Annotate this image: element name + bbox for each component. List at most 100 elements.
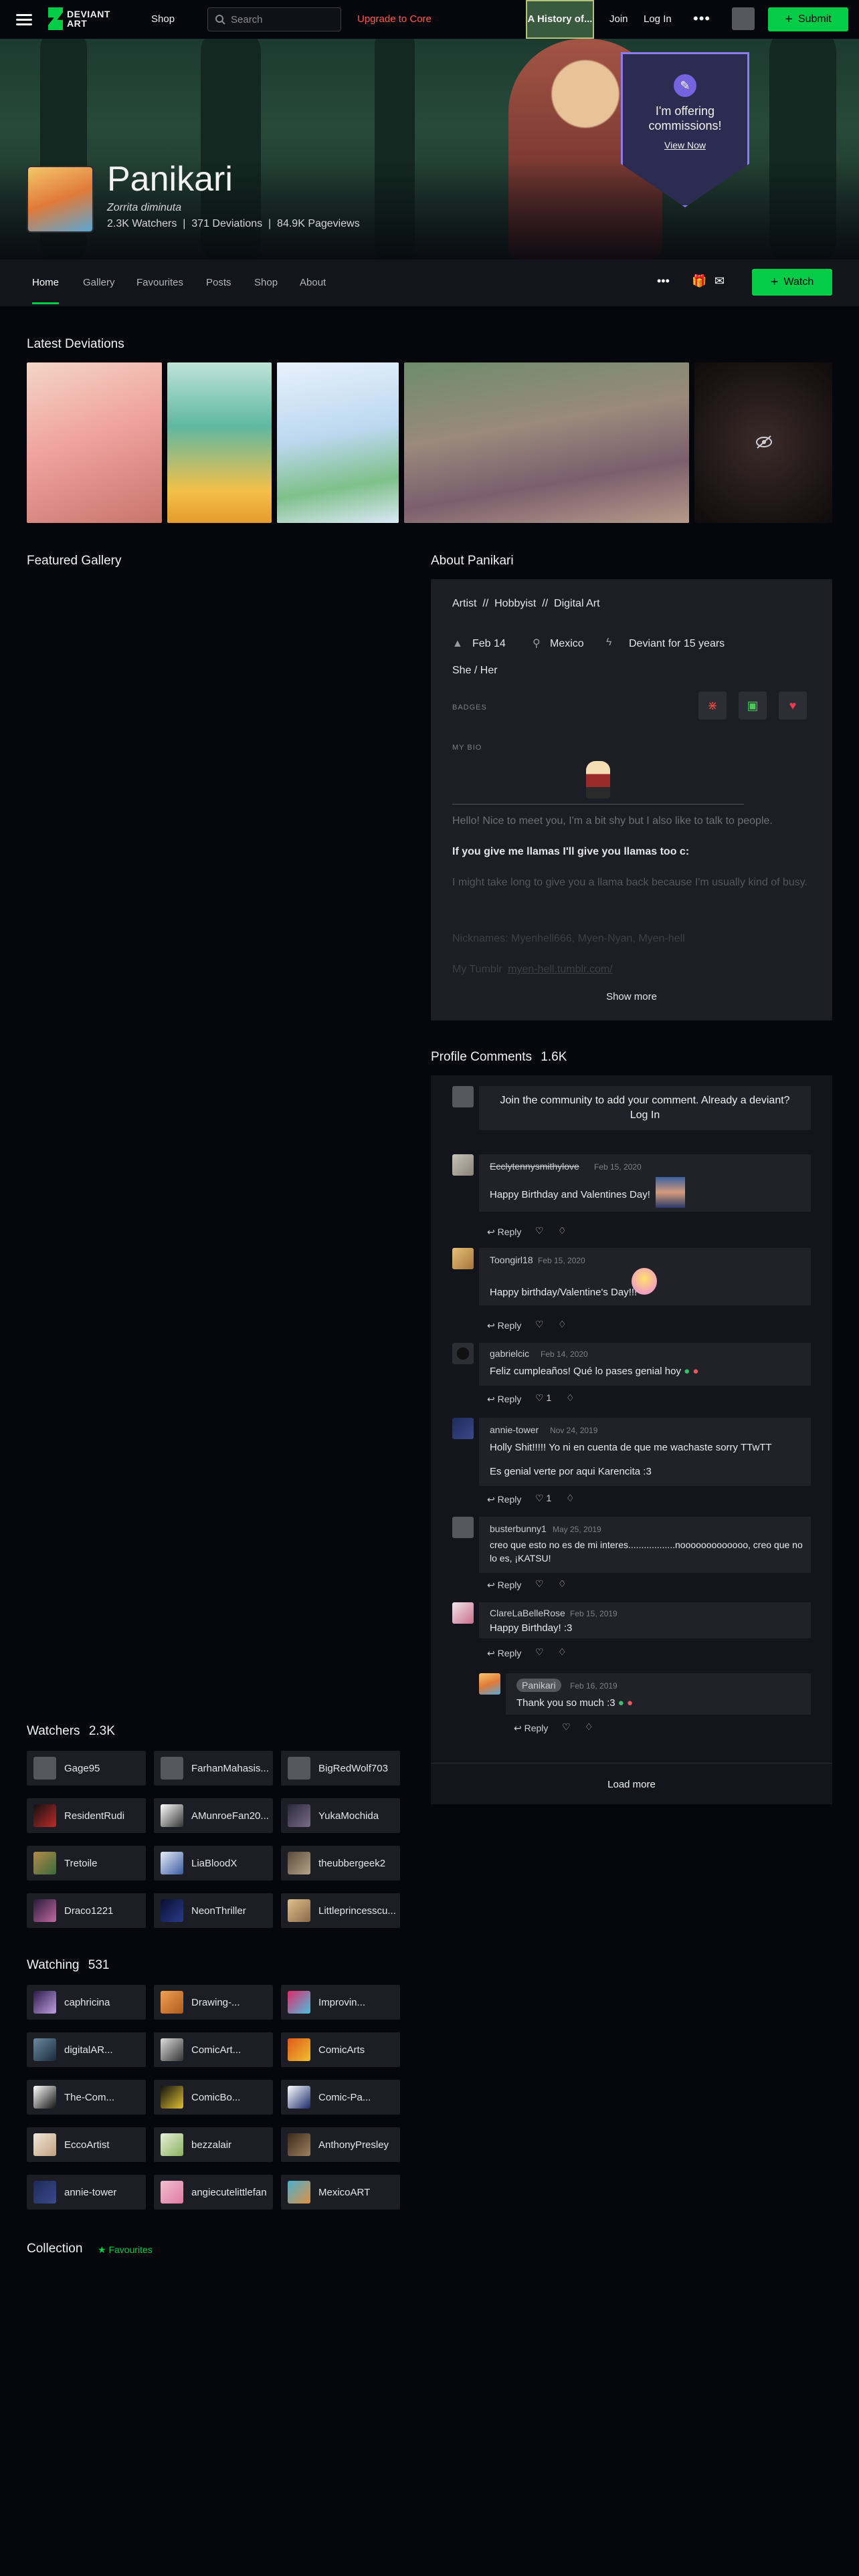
user-card[interactable]: FarhanMahasis... <box>154 1751 273 1786</box>
like-icon[interactable]: ♡ <box>562 1721 571 1733</box>
profile-avatar[interactable] <box>27 166 94 233</box>
user-card[interactable]: ComicArt... <box>154 2032 273 2067</box>
deviation-thumbnail[interactable] <box>167 362 272 523</box>
comment-date[interactable]: Nov 24, 2019 <box>550 1426 597 1435</box>
deviation-thumbnail[interactable] <box>277 362 399 523</box>
commenter-avatar[interactable] <box>452 1517 474 1538</box>
reply-button[interactable]: ↩ Reply <box>487 1580 521 1591</box>
user-card[interactable]: EccoArtist <box>27 2127 146 2162</box>
promo-banner[interactable]: A History of... <box>526 0 594 39</box>
user-card[interactable]: YukaMochida <box>281 1798 400 1833</box>
comment-options-icon[interactable]: ♢ <box>558 1646 567 1658</box>
user-card[interactable]: MexicoART <box>281 2175 400 2210</box>
user-card[interactable]: Improvin... <box>281 1985 400 2020</box>
badge-heart-icon[interactable]: ♥ <box>779 691 807 720</box>
comment-options-icon[interactable]: ♢ <box>585 1721 593 1733</box>
menu-icon[interactable] <box>16 11 32 27</box>
reply-button[interactable]: ↩ Reply <box>487 1320 521 1331</box>
commenter-avatar[interactable] <box>452 1602 474 1624</box>
user-card[interactable]: angiecutelittlefan <box>154 2175 273 2210</box>
user-card[interactable]: bezzalair <box>154 2127 273 2162</box>
commenter-avatar[interactable] <box>452 1154 474 1176</box>
user-card[interactable]: Drawing-... <box>154 1985 273 2020</box>
user-card[interactable]: The-Com... <box>27 2080 146 2115</box>
submit-button[interactable]: + Submit <box>768 7 848 31</box>
reply-button[interactable]: ↩ Reply <box>514 1723 548 1734</box>
comment-options-icon[interactable]: ♢ <box>558 1225 567 1237</box>
user-card[interactable]: Tretoile <box>27 1846 146 1881</box>
comment-options-icon[interactable]: ♢ <box>558 1578 567 1590</box>
tab-about[interactable]: About <box>300 277 326 288</box>
like-button[interactable]: ♡ 1 <box>535 1493 551 1504</box>
comment-author-badge[interactable]: Panikari <box>516 1679 561 1692</box>
mature-content-thumbnail[interactable] <box>694 362 832 523</box>
comment-username[interactable]: Toongirl18 <box>490 1255 533 1265</box>
comment-date[interactable]: Feb 16, 2019 <box>570 1681 617 1691</box>
commenter-avatar[interactable] <box>479 1673 500 1695</box>
comment-username[interactable]: gabrielcic <box>490 1348 529 1359</box>
user-card[interactable]: annie-tower <box>27 2175 146 2210</box>
more-options-icon[interactable]: ••• <box>693 10 710 27</box>
comment-username[interactable]: Ecclytennysmithylove <box>490 1161 579 1172</box>
watch-button[interactable]: + Watch <box>752 269 832 296</box>
comment-options-icon[interactable]: ♢ <box>566 1392 575 1404</box>
reply-button[interactable]: ↩ Reply <box>487 1648 521 1659</box>
user-card[interactable]: caphricina <box>27 1985 146 2020</box>
tab-posts[interactable]: Posts <box>206 277 231 288</box>
shop-link[interactable]: Shop <box>151 13 175 25</box>
comment-date[interactable]: May 25, 2019 <box>553 1525 601 1534</box>
comment-username[interactable]: busterbunny1 <box>490 1523 547 1534</box>
user-card[interactable]: AMunroeFan20... <box>154 1798 273 1833</box>
upgrade-to-core-link[interactable]: Upgrade to Core <box>357 13 432 25</box>
reply-button[interactable]: ↩ Reply <box>487 1494 521 1505</box>
user-avatar[interactable] <box>732 7 755 30</box>
load-more-button[interactable]: Load more <box>431 1779 832 1790</box>
like-button[interactable]: ♡ 1 <box>535 1392 551 1404</box>
comment-date[interactable]: Feb 14, 2020 <box>541 1350 588 1359</box>
badge-llama-icon[interactable]: ⋇ <box>698 691 727 720</box>
deviation-thumbnail[interactable] <box>27 362 162 523</box>
tab-favourites[interactable]: Favourites <box>136 277 183 288</box>
like-icon[interactable]: ♡ <box>535 1319 544 1330</box>
user-card[interactable]: NeonThriller <box>154 1893 273 1928</box>
badge-gift-icon[interactable]: ▣ <box>739 691 767 720</box>
search-input[interactable]: Search <box>207 7 341 31</box>
commenter-avatar[interactable] <box>452 1248 474 1269</box>
user-card[interactable]: LiaBloodX <box>154 1846 273 1881</box>
reply-button[interactable]: ↩ Reply <box>487 1226 521 1238</box>
comment-date[interactable]: Feb 15, 2020 <box>594 1162 642 1172</box>
comment-options-icon[interactable]: ♢ <box>558 1319 567 1330</box>
user-card[interactable]: BigRedWolf703 <box>281 1751 400 1786</box>
user-card[interactable]: ComicArts <box>281 2032 400 2067</box>
like-icon[interactable]: ♡ <box>535 1646 544 1658</box>
login-link[interactable]: Log In <box>644 13 672 25</box>
tab-home[interactable]: Home <box>32 277 59 288</box>
mail-icon[interactable]: ✉ <box>714 274 725 288</box>
user-card[interactable]: Draco1221 <box>27 1893 146 1928</box>
user-card[interactable]: Comic-Pa... <box>281 2080 400 2115</box>
user-card[interactable]: digitalAR... <box>27 2032 146 2067</box>
user-card[interactable]: Littleprincesscu... <box>281 1893 400 1928</box>
view-now-link[interactable]: View Now <box>664 140 706 150</box>
tab-gallery[interactable]: Gallery <box>83 277 115 288</box>
comment-date[interactable]: Feb 15, 2020 <box>538 1256 585 1265</box>
bio-tumblr-link[interactable]: myen-hell.tumblr.com/ <box>508 964 613 975</box>
gift-icon[interactable]: 🎁 <box>692 274 706 288</box>
join-link[interactable]: Join <box>609 13 628 25</box>
like-icon[interactable]: ♡ <box>535 1578 544 1590</box>
deviantart-logo[interactable]: DEVIANT ART <box>48 7 110 30</box>
user-card[interactable]: ResidentRudi <box>27 1798 146 1833</box>
reply-button[interactable]: ↩ Reply <box>487 1394 521 1405</box>
user-card[interactable]: theubbergeek2 <box>281 1846 400 1881</box>
user-card[interactable]: AnthonyPresley <box>281 2127 400 2162</box>
commenter-avatar[interactable] <box>452 1343 474 1364</box>
comment-date[interactable]: Feb 15, 2019 <box>570 1609 617 1618</box>
more-options-icon[interactable]: ••• <box>657 274 670 288</box>
show-more-button[interactable]: Show more <box>431 991 832 1002</box>
comment-options-icon[interactable]: ♢ <box>566 1493 575 1504</box>
comment-username[interactable]: annie-tower <box>490 1424 539 1435</box>
favourites-link[interactable]: ★ Favourites <box>98 2244 153 2256</box>
user-card[interactable]: Gage95 <box>27 1751 146 1786</box>
commenter-avatar[interactable] <box>452 1418 474 1439</box>
deviation-thumbnail[interactable] <box>404 362 689 523</box>
